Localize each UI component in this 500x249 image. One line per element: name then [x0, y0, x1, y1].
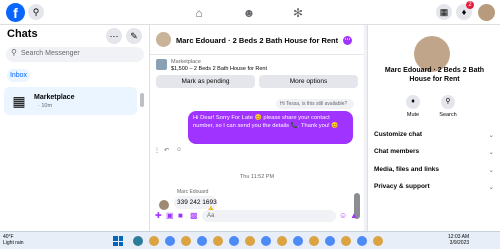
search-icon[interactable]: ⚲: [28, 4, 44, 20]
chat-members-item[interactable]: Chat members ⌄: [374, 148, 494, 156]
home-icon[interactable]: ⌂: [191, 5, 207, 21]
account-avatar[interactable]: [478, 4, 495, 21]
chrome-icon[interactable]: [197, 236, 207, 246]
weather-widget[interactable]: 40°F Light rain: [3, 234, 24, 246]
media-files-links-item[interactable]: Media, files and links ⌄: [374, 166, 494, 174]
message-input[interactable]: Aa: [202, 210, 336, 222]
conversation-list-item[interactable]: ▦ Marketplace · 10m: [4, 87, 137, 115]
chats-heading: Chats: [7, 28, 38, 40]
chrome-icon[interactable]: [277, 236, 287, 246]
chrome-icon[interactable]: [293, 236, 303, 246]
chat-header: Marc Edouard · 2 Beds 2 Bath House for R…: [150, 25, 364, 55]
conversation-info-icon[interactable]: ⋯: [343, 36, 352, 45]
reply-icon[interactable]: ↶: [164, 147, 169, 154]
chat-panel: Marc Edouard · 2 Beds 2 Bath House for R…: [150, 25, 364, 231]
mute-label: Mute: [406, 112, 420, 118]
chrome-icon[interactable]: [341, 236, 351, 246]
notification-badge: 2: [466, 1, 474, 9]
chrome-icon[interactable]: [181, 236, 191, 246]
photo-icon[interactable]: ▣: [166, 211, 174, 220]
chrome-icon[interactable]: [261, 236, 271, 246]
chrome-icon[interactable]: [357, 236, 367, 246]
menu-grid-icon[interactable]: ▦: [436, 4, 452, 20]
search-messenger-input[interactable]: ⚲ Search Messenger: [6, 47, 144, 62]
listing-detail[interactable]: $1,500 – 2 Beds 2 Bath House for Rent: [171, 66, 267, 72]
message-options-icon[interactable]: ⋮: [154, 147, 160, 154]
message-timestamp: Thu 11:52 PM: [239, 174, 275, 180]
top-navigation-bar: f ⚲ ⌂ ☻ ✻ ▦ ♦ 2: [0, 0, 500, 25]
message-composer: ✚ ▣ ■ ▩ Aa ☺ ▲: [150, 205, 364, 231]
windows-start-icon[interactable]: [113, 236, 123, 246]
marketplace-label: Marketplace: [171, 59, 201, 65]
conversation-name: Marketplace: [34, 94, 75, 101]
media-files-links-label: Media, files and links: [374, 166, 440, 173]
mark-as-pending-button[interactable]: Mark as pending: [156, 75, 255, 88]
mute-bell-icon[interactable]: ♦: [406, 95, 420, 109]
privacy-support-item[interactable]: Privacy & support ⌄: [374, 183, 494, 191]
chrome-icon[interactable]: [165, 236, 175, 246]
chevron-down-icon: ⌄: [488, 184, 494, 191]
chat-members-label: Chat members: [374, 148, 420, 155]
sticker-icon[interactable]: ■: [178, 211, 183, 220]
sidebar-scrollbar[interactable]: [140, 93, 144, 107]
more-options-button[interactable]: More options: [259, 75, 358, 88]
more-options-icon[interactable]: ⋯: [106, 28, 122, 44]
facebook-logo[interactable]: f: [6, 3, 25, 22]
chrome-icon[interactable]: [245, 236, 255, 246]
outgoing-message-bubble: Hi Dear! Sorry For Late 😊 please share y…: [188, 111, 353, 144]
conversation-time: · 10m: [38, 103, 53, 109]
system-clock[interactable]: 12:03 AM 3/9/2023: [448, 234, 469, 246]
emoji-picker-icon[interactable]: ☺: [339, 211, 347, 220]
add-plus-icon[interactable]: ✚: [155, 211, 162, 220]
clock-date: 3/9/2023: [449, 240, 470, 246]
details-search-icon[interactable]: ⚲: [441, 95, 455, 109]
listing-thumbnail[interactable]: [156, 59, 167, 70]
conversation-details-panel: Marc Edouard · 2 Beds 2 Bath House for R…: [367, 25, 500, 231]
chevron-down-icon: ⌄: [488, 132, 494, 139]
customize-chat-label: Customize chat: [374, 131, 423, 138]
details-title: Marc Edouard · 2 Beds 2 Bath House for R…: [384, 67, 485, 83]
chrome-icon[interactable]: [149, 236, 159, 246]
like-thumbs-up-icon[interactable]: ▲: [350, 211, 358, 220]
chrome-icon[interactable]: [213, 236, 223, 246]
search-label: Search: [439, 112, 457, 118]
chevron-down-icon: ⌄: [488, 149, 494, 156]
search-placeholder: Search Messenger: [21, 50, 80, 57]
gif-icon[interactable]: ▩: [190, 211, 198, 220]
weather-description: Light rain: [3, 240, 24, 246]
marketplace-store-icon: ▦: [12, 93, 26, 109]
chevron-down-icon: ⌄: [488, 167, 494, 174]
chats-sidebar: Chats ⋯ ✎ ⚲ Search Messenger Inbox ▦ Mar…: [0, 25, 150, 231]
chat-title[interactable]: Marc Edouard · 2 Beds 2 Bath House for R…: [176, 36, 338, 45]
sender-name: Marc Edouard: [177, 189, 209, 195]
chrome-icon[interactable]: [229, 236, 239, 246]
friends-icon[interactable]: ☻: [241, 5, 257, 21]
contact-avatar[interactable]: [156, 32, 171, 47]
chrome-icon[interactable]: [373, 236, 383, 246]
privacy-support-label: Privacy & support: [374, 183, 430, 190]
app-icon[interactable]: [133, 236, 143, 246]
search-icon: ⚲: [11, 48, 17, 57]
chrome-icon[interactable]: [309, 236, 319, 246]
customize-chat-item[interactable]: Customize chat ⌄: [374, 131, 494, 139]
chrome-icon[interactable]: [325, 236, 335, 246]
windows-taskbar: 40°F Light rain 12:03 AM 3/9/2023: [0, 231, 500, 249]
groups-icon[interactable]: ✻: [290, 5, 306, 21]
react-emoji-icon[interactable]: ☺: [176, 147, 182, 153]
inbox-filter-tab[interactable]: Inbox: [7, 69, 30, 82]
quoted-reply: Hi Tessa, is this still available?: [276, 99, 354, 109]
new-message-icon[interactable]: ✎: [126, 28, 142, 44]
